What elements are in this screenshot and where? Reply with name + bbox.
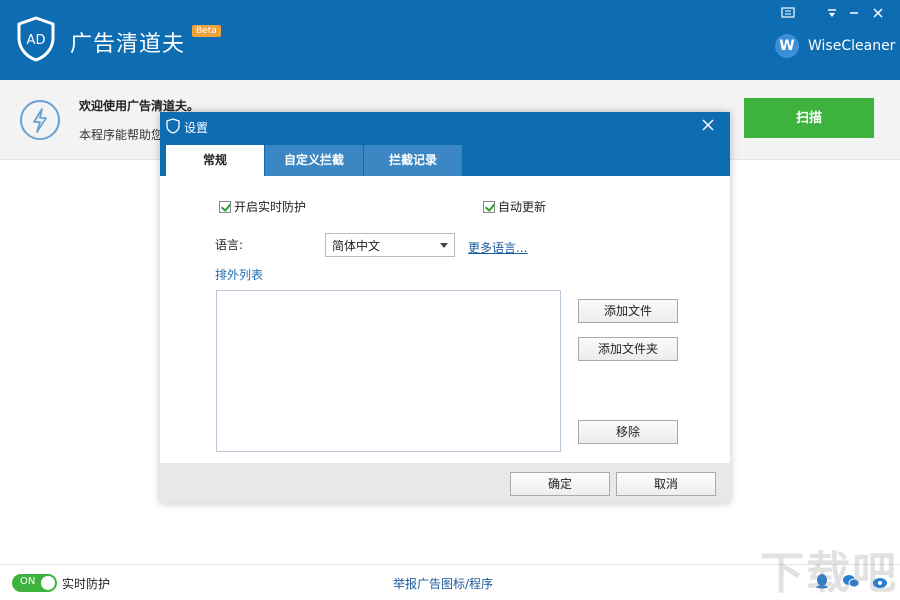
wisecleaner-logo-icon[interactable]: W — [775, 34, 799, 58]
dialog-titlebar[interactable]: 设置 常规 自定义拦截 拦截记录 — [160, 112, 730, 176]
exclusion-list[interactable] — [216, 290, 561, 452]
shield-logo-icon: AD — [17, 16, 55, 62]
report-ad-link[interactable]: 举报广告图标/程序 — [393, 575, 493, 592]
chevron-down-icon — [440, 243, 448, 248]
tab-block-log[interactable]: 拦截记录 — [364, 145, 462, 176]
scan-button[interactable]: 扫描 — [744, 98, 874, 138]
language-label: 语言: — [215, 238, 244, 252]
beta-badge: Beta — [192, 25, 221, 37]
minimize-icon[interactable] — [844, 6, 864, 26]
dialog-close-icon[interactable] — [700, 117, 716, 136]
auto-update-label: 自动更新 — [498, 200, 547, 214]
app-title: 广告清道夫 — [70, 32, 186, 57]
realtime-protection-label: 开启实时防护 — [234, 200, 307, 214]
checkbox-checked-icon[interactable] — [483, 201, 495, 213]
realtime-toggle[interactable]: ON — [12, 574, 57, 592]
watermark: 下载吧 — [760, 548, 898, 599]
toggle-knob — [41, 576, 55, 590]
realtime-protection-checkbox[interactable]: 开启实时防护 — [219, 198, 306, 215]
toggle-state-text: ON — [20, 576, 36, 587]
svg-text:AD: AD — [27, 33, 46, 48]
settings-dialog: 设置 常规 自定义拦截 拦截记录 开启实时防护 自动更新 语言: 简体中文 更多… — [160, 112, 730, 503]
exclusion-list-label: 排外列表 — [215, 268, 264, 282]
more-languages-link[interactable]: 更多语言... — [468, 239, 527, 256]
realtime-toggle-label: 实时防护 — [62, 577, 111, 591]
language-select[interactable]: 简体中文 — [325, 233, 455, 257]
app-header: AD 广告清道夫 Beta W WiseCleaner — [0, 0, 900, 80]
remove-button[interactable]: 移除 — [578, 420, 678, 444]
dialog-button-bar: 确定 取消 — [160, 463, 730, 503]
feedback-icon[interactable] — [778, 6, 798, 26]
lightning-icon — [20, 100, 60, 140]
cancel-button[interactable]: 取消 — [616, 472, 716, 496]
menu-dropdown-icon[interactable] — [822, 6, 842, 26]
auto-update-checkbox[interactable]: 自动更新 — [483, 198, 546, 215]
tab-custom-block[interactable]: 自定义拦截 — [265, 145, 363, 176]
close-icon[interactable] — [868, 6, 888, 26]
checkbox-checked-icon[interactable] — [219, 201, 231, 213]
tab-general[interactable]: 常规 — [166, 145, 264, 176]
dialog-shield-icon — [166, 118, 180, 134]
add-folder-button[interactable]: 添加文件夹 — [578, 337, 678, 361]
dialog-title: 设置 — [184, 121, 209, 135]
language-value: 简体中文 — [332, 239, 381, 253]
add-file-button[interactable]: 添加文件 — [578, 299, 678, 323]
welcome-description: 本程序能帮助您 — [79, 128, 164, 142]
wisecleaner-brand[interactable]: WiseCleaner — [808, 38, 895, 54]
ok-button[interactable]: 确定 — [510, 472, 610, 496]
